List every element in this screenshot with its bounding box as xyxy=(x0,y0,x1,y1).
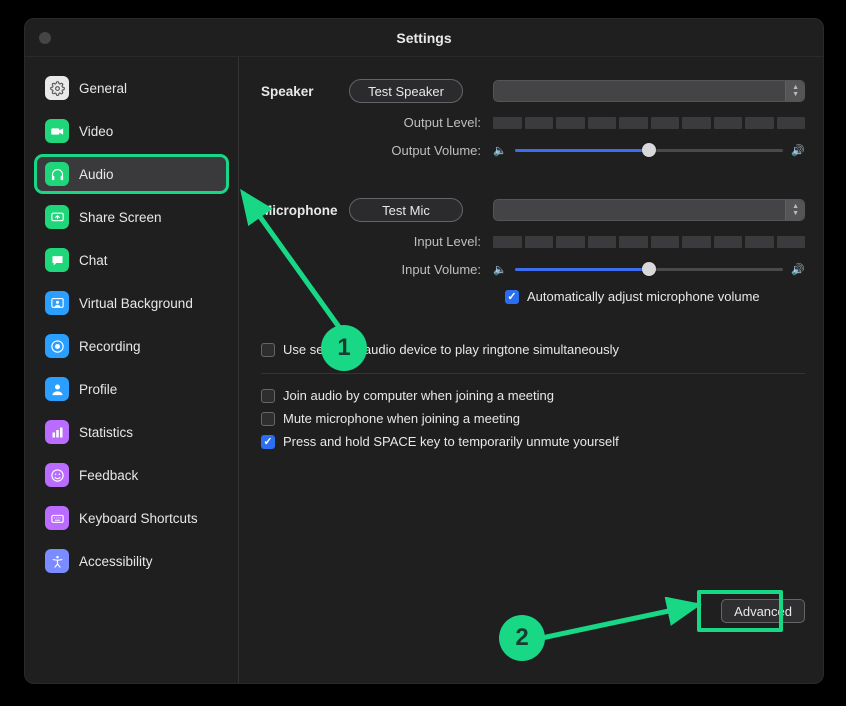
join-audio-checkbox[interactable] xyxy=(261,389,275,403)
space-unmute-label: Press and hold SPACE key to temporarily … xyxy=(283,434,619,449)
sidebar-item-label: Virtual Background xyxy=(79,296,193,311)
headphones-icon xyxy=(45,162,69,186)
share-screen-icon xyxy=(45,205,69,229)
sidebar-item-share-screen[interactable]: Share Screen xyxy=(37,200,226,234)
output-level-label: Output Level: xyxy=(261,115,493,130)
chevron-updown-icon: ▲▼ xyxy=(792,203,799,217)
join-audio-label: Join audio by computer when joining a me… xyxy=(283,388,554,403)
auto-adjust-mic-label: Automatically adjust microphone volume xyxy=(527,289,760,304)
sidebar-item-label: Chat xyxy=(79,253,108,268)
output-level-meter xyxy=(493,117,805,129)
titlebar: Settings xyxy=(25,19,823,57)
window-title: Settings xyxy=(25,30,823,46)
annotation-arrow-2 xyxy=(529,597,707,647)
volume-low-icon: 🔈 xyxy=(493,144,507,157)
sidebar-item-label: General xyxy=(79,81,127,96)
chevron-updown-icon: ▲▼ xyxy=(792,84,799,98)
sidebar-item-video[interactable]: Video xyxy=(37,114,226,148)
sidebar-item-label: Statistics xyxy=(79,425,133,440)
sidebar-item-keyboard-shortcuts[interactable]: Keyboard Shortcuts xyxy=(37,501,226,535)
output-volume-label: Output Volume: xyxy=(261,143,493,158)
traffic-light-close[interactable] xyxy=(39,32,51,44)
sidebar-item-virtual-background[interactable]: Virtual Background xyxy=(37,286,226,320)
input-volume-slider[interactable] xyxy=(515,261,783,277)
chat-bubble-icon xyxy=(45,248,69,272)
sidebar-item-label: Recording xyxy=(79,339,141,354)
profile-icon xyxy=(45,377,69,401)
mute-mic-checkbox[interactable] xyxy=(261,412,275,426)
sidebar-item-label: Feedback xyxy=(79,468,138,483)
sidebar-item-general[interactable]: General xyxy=(37,71,226,105)
audio-settings-pane: Speaker Test Speaker ▲▼ Output Level: Ou… xyxy=(239,57,823,683)
microphone-device-select[interactable]: ▲▼ xyxy=(493,199,805,221)
sidebar-item-accessibility[interactable]: Accessibility xyxy=(37,544,226,578)
output-volume-slider[interactable] xyxy=(515,142,783,158)
space-unmute-checkbox[interactable] xyxy=(261,435,275,449)
virtual-bg-icon xyxy=(45,291,69,315)
smiley-icon xyxy=(45,463,69,487)
separate-audio-device-label: Use separate audio device to play ringto… xyxy=(283,342,619,357)
sidebar-item-label: Keyboard Shortcuts xyxy=(79,511,198,526)
volume-low-icon: 🔈 xyxy=(493,263,507,276)
sidebar-item-statistics[interactable]: Statistics xyxy=(37,415,226,449)
sidebar: General Video Audio Share Screen Chat Virtual… xyxy=(25,57,239,683)
test-speaker-button[interactable]: Test Speaker xyxy=(349,79,463,103)
sidebar-item-label: Audio xyxy=(79,167,114,182)
speaker-section-label: Speaker xyxy=(261,84,349,99)
keyboard-icon xyxy=(45,506,69,530)
sidebar-item-profile[interactable]: Profile xyxy=(37,372,226,406)
accessibility-icon xyxy=(45,549,69,573)
sidebar-item-feedback[interactable]: Feedback xyxy=(37,458,226,492)
annotation-step-2: 2 xyxy=(499,615,545,661)
input-level-meter xyxy=(493,236,805,248)
gear-icon xyxy=(45,76,69,100)
volume-high-icon: 🔊 xyxy=(791,263,805,276)
sidebar-item-label: Share Screen xyxy=(79,210,162,225)
auto-adjust-mic-checkbox[interactable] xyxy=(505,290,519,304)
sidebar-item-label: Accessibility xyxy=(79,554,153,569)
sidebar-item-chat[interactable]: Chat xyxy=(37,243,226,277)
microphone-section-label: Microphone xyxy=(261,203,349,218)
test-mic-button[interactable]: Test Mic xyxy=(349,198,463,222)
sidebar-item-label: Video xyxy=(79,124,113,139)
sidebar-item-recording[interactable]: Recording xyxy=(37,329,226,363)
advanced-button[interactable]: Advanced xyxy=(721,599,805,623)
window-body: General Video Audio Share Screen Chat Virtual… xyxy=(25,57,823,683)
section-divider xyxy=(261,373,805,374)
sidebar-item-audio[interactable]: Audio xyxy=(37,157,226,191)
mute-mic-label: Mute microphone when joining a meeting xyxy=(283,411,520,426)
volume-high-icon: 🔊 xyxy=(791,144,805,157)
input-level-label: Input Level: xyxy=(261,234,493,249)
bar-chart-icon xyxy=(45,420,69,444)
input-volume-label: Input Volume: xyxy=(261,262,493,277)
settings-window: Settings General Video Audio Share Screen Ch… xyxy=(24,18,824,684)
speaker-device-select[interactable]: ▲▼ xyxy=(493,80,805,102)
video-camera-icon xyxy=(45,119,69,143)
sidebar-item-label: Profile xyxy=(79,382,117,397)
record-icon xyxy=(45,334,69,358)
separate-audio-device-checkbox[interactable] xyxy=(261,343,275,357)
